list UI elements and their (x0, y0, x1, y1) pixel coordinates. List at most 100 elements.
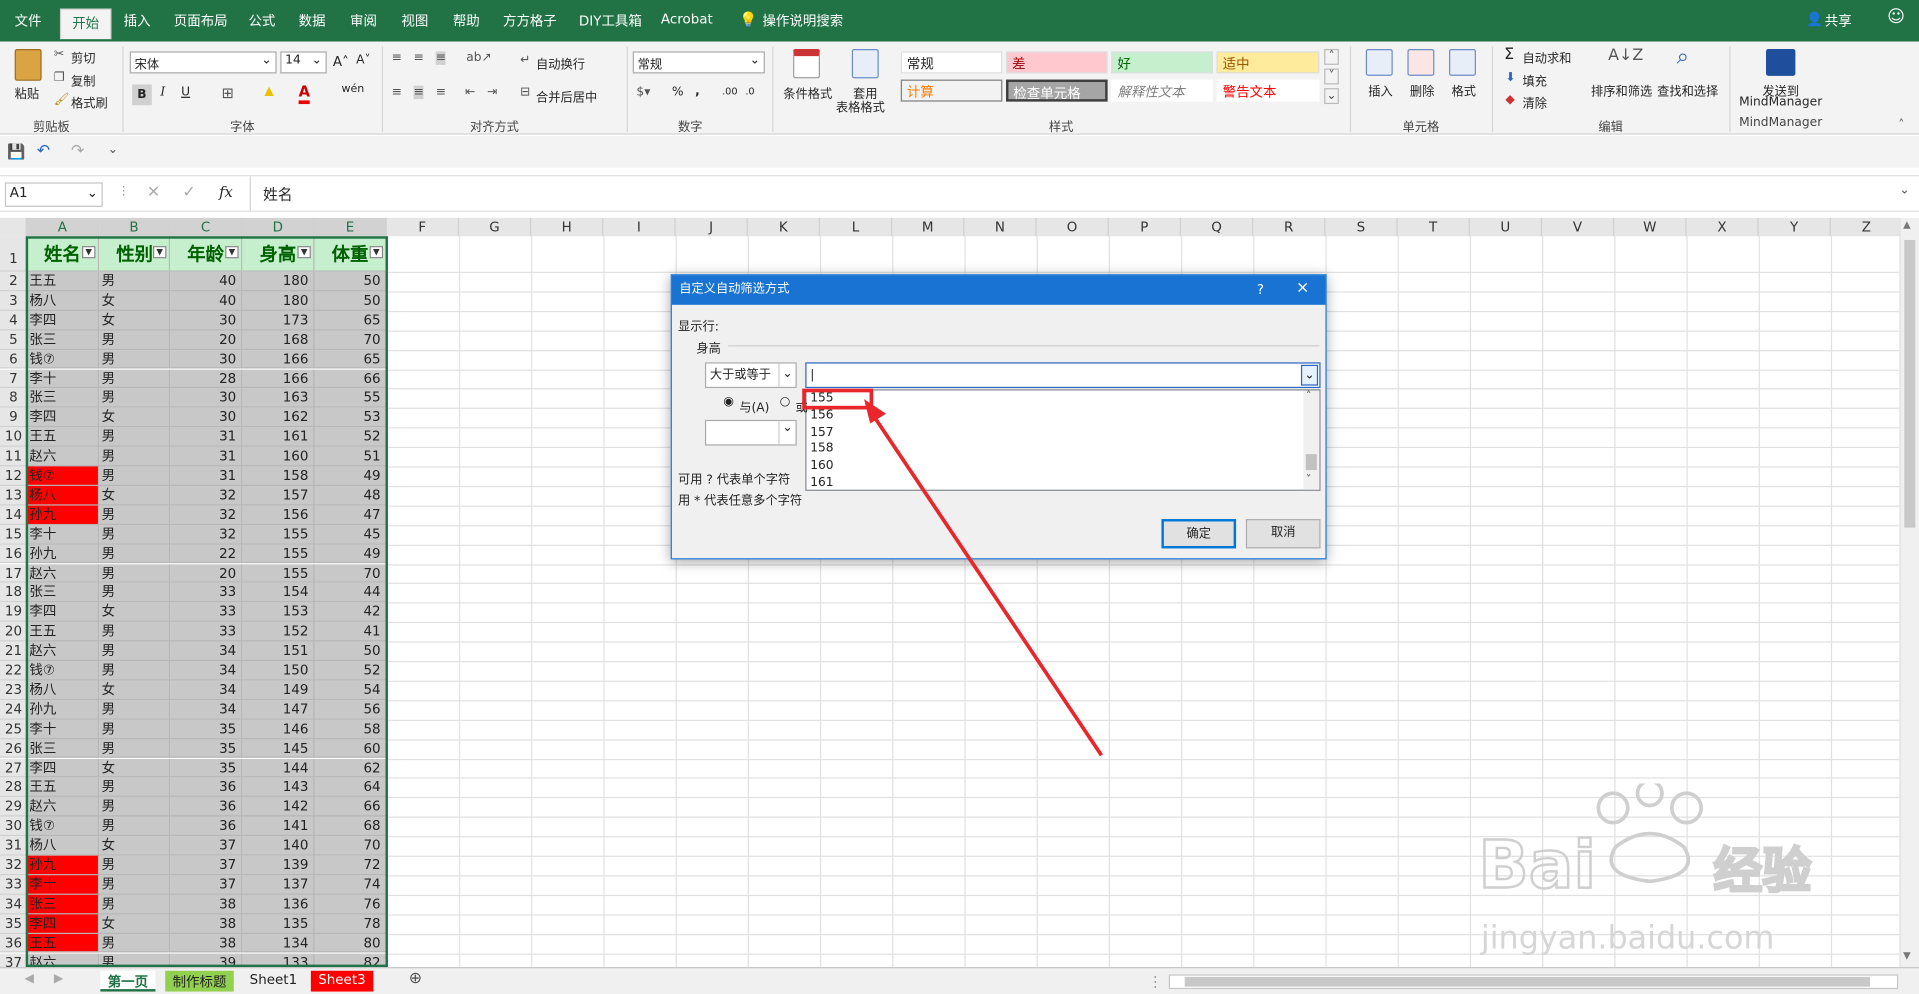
table-cell[interactable]: 33 (170, 622, 243, 642)
table-cell[interactable]: 30 (170, 349, 243, 370)
table-cell[interactable]: 55 (314, 388, 387, 408)
table-cell[interactable]: 李四 (26, 758, 100, 778)
table-cell[interactable]: 35 (170, 738, 243, 759)
header-cell[interactable]: 体重 ▼ (314, 236, 387, 272)
tab-data[interactable]: 数据 (299, 11, 326, 31)
wrap-text-button[interactable]: 自动换行 (536, 54, 585, 72)
decrease-indent-icon[interactable]: ⇤ (465, 86, 475, 99)
row-header[interactable]: 23 (0, 680, 27, 700)
row-header[interactable]: 14 (0, 505, 27, 525)
row-header[interactable]: 11 (0, 446, 27, 467)
table-cell[interactable]: 76 (314, 894, 387, 915)
operator-select-1[interactable]: 大于或等于 ⌄ (704, 362, 797, 389)
table-cell[interactable]: 157 (242, 485, 315, 506)
redo-icon[interactable]: ↷ (71, 142, 84, 160)
table-cell[interactable]: 女 (99, 914, 171, 934)
conditional-format-button[interactable]: 条件格式 (783, 83, 832, 101)
table-cell[interactable]: 65 (314, 310, 387, 331)
row-header[interactable]: 26 (0, 738, 27, 759)
table-cell[interactable]: 22 (170, 544, 243, 564)
table-cell[interactable]: 30 (170, 408, 243, 428)
table-cell[interactable]: 37 (170, 836, 243, 856)
table-cell[interactable]: 180 (242, 291, 315, 311)
table-cell[interactable]: 68 (314, 816, 387, 837)
customize-qat-icon[interactable]: ⌄ (108, 143, 118, 156)
or-radio-label[interactable]: 或 (796, 397, 808, 415)
prev-sheet-icon[interactable]: ◀ (24, 972, 33, 985)
align-center-icon[interactable]: ≡ (413, 85, 424, 100)
align-top-icon[interactable]: ≡ (392, 51, 402, 64)
table-cell[interactable]: 44 (314, 583, 387, 603)
sheet-tab-sheet1[interactable]: Sheet1 (242, 971, 304, 992)
table-cell[interactable]: 38 (170, 933, 243, 953)
table-cell[interactable]: 女 (99, 310, 171, 331)
table-cell[interactable]: 男 (99, 738, 171, 759)
find-select-button[interactable]: 查找和选择 (1657, 81, 1718, 99)
list-item[interactable]: 158 (810, 442, 833, 455)
tab-review[interactable]: 审阅 (350, 11, 377, 31)
row-header[interactable]: 24 (0, 699, 27, 720)
table-cell[interactable]: 53 (314, 408, 387, 428)
horizontal-scrollbar[interactable] (1168, 974, 1899, 990)
table-cell[interactable]: 28 (170, 369, 243, 389)
table-cell[interactable]: 赵六 (26, 797, 100, 817)
comma-icon[interactable]: , (695, 84, 700, 97)
row-header[interactable]: 34 (0, 894, 27, 915)
table-cell[interactable]: 王五 (26, 777, 100, 798)
table-cell[interactable]: 40 (170, 291, 243, 311)
percent-icon[interactable]: % (672, 86, 684, 99)
increase-decimal-icon[interactable]: .00 (722, 86, 738, 97)
table-cell[interactable]: 孙九 (26, 544, 100, 564)
row-header[interactable]: 31 (0, 836, 27, 856)
table-cell[interactable]: 52 (314, 661, 387, 681)
table-cell[interactable]: 32 (170, 505, 243, 525)
table-cell[interactable]: 男 (99, 446, 171, 467)
align-bottom-icon[interactable]: ≡ (435, 51, 446, 65)
autosum-button[interactable]: 自动求和 (1522, 48, 1571, 66)
table-cell[interactable]: 男 (99, 719, 171, 739)
decrease-decimal-icon[interactable]: .0 (745, 86, 754, 97)
row-header[interactable]: 4 (0, 310, 27, 331)
table-cell[interactable]: 66 (314, 797, 387, 817)
format-painter-button[interactable]: 格式刷 (71, 93, 108, 111)
table-cell[interactable]: 156 (242, 505, 315, 525)
table-cell[interactable]: 74 (314, 875, 387, 895)
column-header-o[interactable]: O (1037, 217, 1109, 237)
table-cell[interactable]: 李四 (26, 310, 100, 331)
smiley-icon[interactable]: ☺ (1887, 7, 1905, 27)
table-cell[interactable]: 张三 (26, 894, 100, 915)
table-cell[interactable]: 50 (314, 641, 387, 662)
table-cell[interactable]: 男 (99, 466, 171, 486)
and-radio-icon[interactable]: ◉ (723, 395, 734, 408)
table-cell[interactable]: 141 (242, 816, 315, 837)
table-cell[interactable]: 男 (99, 855, 171, 876)
collapse-ribbon-icon[interactable]: ˄ (1898, 119, 1904, 132)
table-format-label-2[interactable]: 表格格式 (836, 97, 885, 115)
table-cell[interactable]: 35 (170, 719, 243, 739)
column-header-i[interactable]: I (603, 217, 676, 237)
table-cell[interactable]: 146 (242, 719, 315, 739)
header-cell[interactable]: 年龄 ▼ (170, 236, 243, 272)
style-warning[interactable]: 警告文本 (1216, 79, 1320, 102)
table-cell[interactable]: 36 (170, 797, 243, 817)
table-cell[interactable]: 李十 (26, 524, 100, 545)
tab-formulas[interactable]: 公式 (248, 11, 275, 31)
table-cell[interactable]: 30 (170, 310, 243, 331)
table-cell[interactable]: 31 (170, 466, 243, 486)
table-cell[interactable]: 60 (314, 738, 387, 759)
column-header-p[interactable]: P (1109, 217, 1182, 237)
table-cell[interactable]: 155 (242, 544, 315, 564)
row-header[interactable]: 35 (0, 914, 27, 934)
table-cell[interactable]: 女 (99, 408, 171, 428)
orientation-icon[interactable]: ab↗ (466, 51, 492, 64)
table-cell[interactable]: 赵六 (26, 446, 100, 467)
column-header-x[interactable]: X (1686, 217, 1759, 237)
table-cell[interactable]: 78 (314, 914, 387, 934)
copy-button[interactable]: 复制 (71, 71, 95, 89)
style-bad[interactable]: 差 (1006, 51, 1108, 74)
font-name-select[interactable]: 宋体 ⌄ (129, 51, 277, 74)
row-header[interactable]: 20 (0, 622, 27, 642)
column-header-t[interactable]: T (1398, 217, 1470, 237)
clear-button[interactable]: 清除 (1522, 93, 1546, 111)
table-cell[interactable]: 38 (170, 914, 243, 934)
